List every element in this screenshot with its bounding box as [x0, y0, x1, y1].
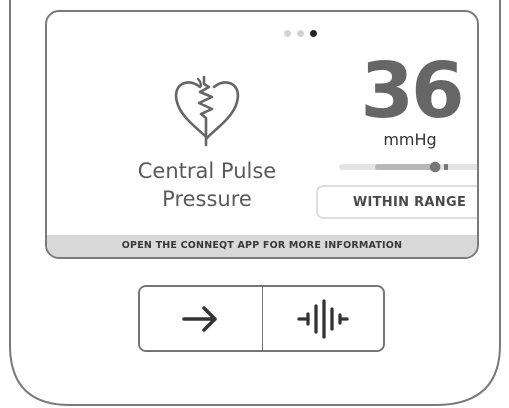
device-controls [138, 285, 385, 352]
range-track-normal-zone [375, 164, 438, 170]
device-display-view: Central Pulse Pressure 36 mmHg WITHIN RA… [0, 0, 509, 408]
pressure-unit: mmHg [383, 130, 437, 149]
app-information-bar: OPEN THE CONNEQT APP FOR MORE INFORMATIO… [47, 235, 477, 257]
next-button[interactable] [140, 287, 262, 350]
metric-title: Central Pulse Pressure [122, 157, 292, 213]
page-dot-1 [284, 30, 291, 37]
pressure-value: 36 [360, 47, 464, 136]
range-indicator [339, 161, 477, 173]
range-marker-cap [444, 164, 448, 170]
status-badge: WITHIN RANGE [316, 185, 477, 219]
metric-title-line-2: Pressure [162, 187, 252, 211]
waveform-icon [297, 299, 349, 339]
app-information-text: OPEN THE CONNEQT APP FOR MORE INFORMATIO… [121, 240, 403, 251]
right-arrow-icon [182, 306, 217, 332]
metric-screen: Central Pulse Pressure 36 mmHg WITHIN RA… [45, 10, 479, 259]
page-dot-2 [297, 30, 304, 37]
page-dot-active [310, 30, 317, 37]
range-marker [429, 161, 441, 173]
metric-title-line-1: Central Pulse [137, 159, 277, 183]
heart-wave-icon [174, 75, 240, 147]
page-indicator [284, 30, 334, 38]
pulse-wave-button[interactable] [263, 287, 383, 350]
status-label: WITHIN RANGE [352, 195, 467, 210]
